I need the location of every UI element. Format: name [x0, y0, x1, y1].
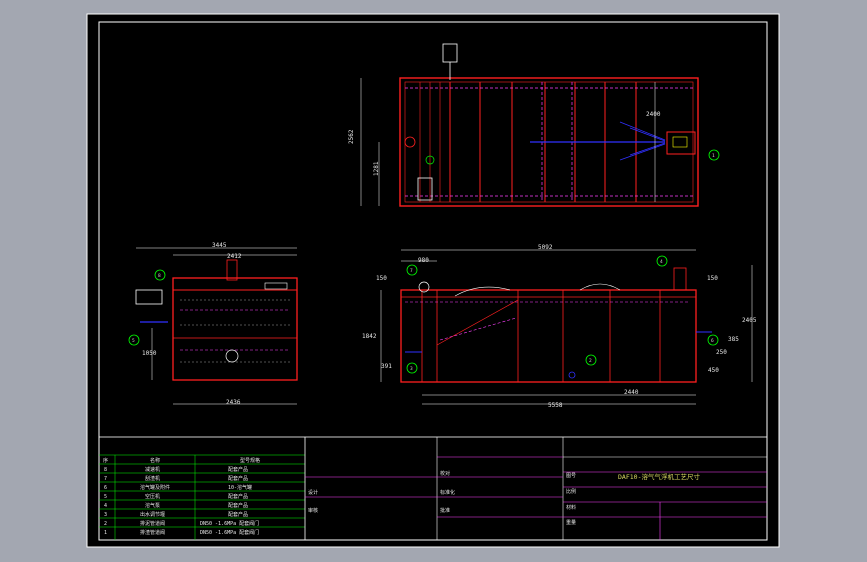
front-callout-3: 3 — [410, 366, 413, 372]
parts-header-name: 名称 — [150, 457, 160, 464]
parts-row-no: 3 — [104, 512, 107, 518]
parts-header-no: 序 — [103, 457, 108, 464]
parts-row-no: 5 — [104, 494, 107, 500]
label-standard: 标准化 — [440, 489, 455, 496]
parts-row-spec: 配套产品 — [228, 466, 248, 473]
front-dim-height-right: 2405 — [742, 317, 757, 324]
front-dim-top-right: 150 — [707, 275, 718, 282]
label-design: 设计 — [308, 489, 318, 496]
parts-row-spec: 配套产品 — [228, 475, 248, 482]
front-callout-4: 4 — [660, 259, 663, 265]
label-approve: 批准 — [440, 507, 450, 514]
side-callout-8: 8 — [158, 273, 161, 279]
drawing-paper — [86, 13, 780, 548]
parts-row-no: 1 — [104, 530, 107, 536]
front-callout-2: 2 — [589, 358, 592, 364]
parts-row-name: 出水调节堰 — [140, 511, 165, 518]
front-dim-left-offset: 980 — [418, 257, 429, 264]
parts-row-spec: 配套产品 — [228, 511, 248, 518]
parts-row-spec: DN50 -1.6MPa 配套阀门 — [200, 529, 259, 536]
parts-row-name: 刮渣机 — [145, 475, 160, 482]
parts-row-no: 7 — [104, 476, 107, 482]
parts-row-name: 溶气罐及附件 — [140, 484, 170, 491]
field-drawing-no: 图号 — [566, 473, 576, 479]
front-dim-outlet-height: 391 — [381, 363, 392, 370]
top-callout-label: 1 — [712, 153, 715, 159]
parts-row-no: 2 — [104, 521, 107, 527]
parts-row-spec: DN50 -1.6MPa 配套阀门 — [200, 520, 259, 527]
parts-row-name: 排渣管道阀 — [140, 529, 165, 536]
top-dim-width-half: 1281 — [373, 161, 380, 176]
side-dim-base: 2436 — [226, 399, 241, 406]
parts-row-name: 空压机 — [145, 493, 160, 500]
front-dim-nozzle-c: 450 — [708, 367, 719, 374]
field-scale: 比例 — [566, 488, 576, 495]
top-dim-length: 2400 — [646, 111, 661, 118]
front-dim-overall: 5092 — [538, 244, 553, 251]
field-weight: 重量 — [566, 519, 576, 526]
front-dim-nozzle-b: 250 — [716, 349, 727, 356]
side-dim-inner: 2412 — [227, 253, 242, 260]
parts-row-no: 6 — [104, 485, 107, 491]
parts-row-name: 排泥管道阀 — [140, 520, 165, 527]
drawing-title: DAF10-溶气气浮机工艺尺寸 — [618, 472, 700, 481]
parts-row-spec: 配套产品 — [228, 502, 248, 509]
front-dim-base-right: 2440 — [624, 389, 639, 396]
cad-drawing-sheet: 2562 1281 2400 1 3445 2412 2436 1050 8 5… — [86, 13, 780, 548]
side-callout-5: 5 — [132, 338, 135, 344]
front-callout-6: 6 — [711, 338, 714, 344]
front-callout-7: 7 — [410, 268, 413, 274]
parts-row-name: 溶气泵 — [145, 502, 160, 509]
parts-row-spec: 配套产品 — [228, 493, 248, 500]
parts-row-name: 减速机 — [145, 466, 160, 473]
parts-row-no: 8 — [104, 467, 107, 473]
front-dim-nozzle-a: 385 — [728, 336, 739, 343]
front-dim-top-left: 150 — [376, 275, 387, 282]
parts-header-spec: 型号规格 — [240, 457, 260, 464]
field-material: 材料 — [566, 504, 576, 511]
side-dim-height: 1050 — [142, 350, 157, 357]
top-dim-width-total: 2562 — [348, 129, 355, 144]
front-dim-base-total: 5558 — [548, 402, 563, 409]
side-dim-overall: 3445 — [212, 242, 227, 249]
front-dim-height-left: 1842 — [362, 333, 377, 340]
label-review: 审核 — [308, 507, 318, 514]
parts-row-spec: 10-溶气罐 — [228, 484, 252, 491]
label-check: 校对 — [440, 470, 450, 477]
parts-row-no: 4 — [104, 503, 107, 509]
